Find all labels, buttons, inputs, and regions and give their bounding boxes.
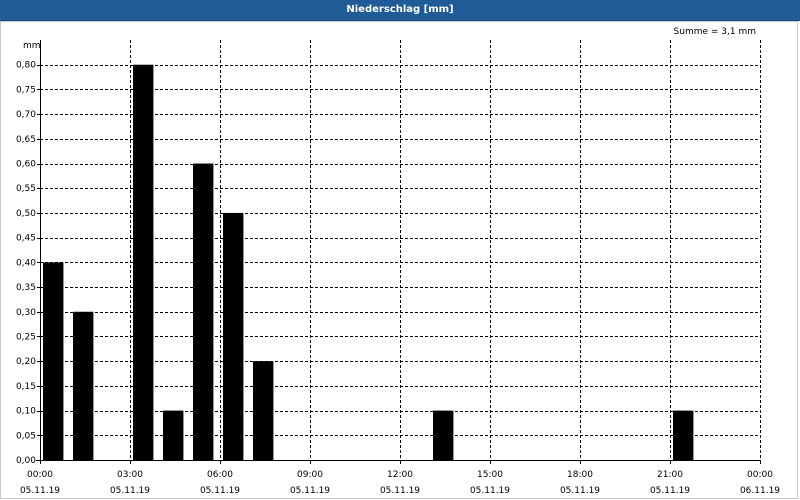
y-tick-label: 0,20: [16, 357, 36, 367]
y-tick-label: 0,50: [16, 209, 36, 219]
y-tick-label: 0,30: [16, 308, 36, 318]
y-tick-label: 0,45: [16, 234, 36, 244]
y-tick-label: 0,10: [16, 407, 36, 417]
y-tick-label: 0,60: [16, 160, 36, 170]
x-tick-time-label: 00:00: [27, 470, 53, 480]
y-axis-label: mm: [23, 41, 41, 51]
y-tick-label: 0,80: [16, 61, 36, 71]
x-tick-date-label: 05.11.19: [110, 486, 150, 496]
x-tick-time-label: 00:00: [747, 470, 773, 480]
bar: [433, 410, 454, 460]
bar: [163, 410, 184, 460]
x-tick-labels: 00:00 05.11.19 03:00 05.11.19 06:00 05.11.19 0…: [20, 460, 780, 496]
y-tick-label: 0,65: [16, 135, 36, 145]
x-tick-time-label: 18:00: [567, 470, 593, 480]
x-tick-date-label: 05.11.19: [560, 486, 600, 496]
y-tick-label: 0,15: [16, 382, 36, 392]
y-tick-label: 0,35: [16, 283, 36, 293]
bar: [193, 163, 214, 460]
bar: [73, 311, 94, 460]
sum-annotation: Summe = 3,1 mm: [674, 27, 756, 37]
x-tick-date-label: 05.11.19: [200, 486, 240, 496]
bar: [223, 212, 244, 460]
y-tick-label: 0,75: [16, 85, 36, 95]
x-tick-time-label: 09:00: [297, 470, 323, 480]
bar: [43, 262, 64, 460]
x-tick-date-label: 06.11.19: [740, 486, 780, 496]
x-tick-date-label: 05.11.19: [650, 486, 690, 496]
x-tick-time-label: 03:00: [117, 470, 143, 480]
bar: [253, 361, 274, 460]
y-tick-label: 0,55: [16, 184, 36, 194]
x-tick-time-label: 21:00: [657, 470, 683, 480]
x-tick-date-label: 05.11.19: [380, 486, 420, 496]
x-tick-time-label: 15:00: [477, 470, 503, 480]
precipitation-chart: 0,00 0,05 0,10 0,15 0,20 0,25 0,30 0,35 0,40 0,45…: [16, 27, 780, 496]
x-tick-date-label: 05.11.19: [290, 486, 330, 496]
y-tick-label: 0,40: [16, 258, 36, 268]
y-tick-labels: 0,00 0,05 0,10 0,15 0,20 0,25 0,30 0,35 0,40 0,45…: [16, 61, 40, 466]
y-tick-label: 0,00: [16, 456, 36, 466]
bar: [673, 410, 694, 460]
bar: [133, 64, 154, 461]
y-tick-label: 0,25: [16, 332, 36, 342]
x-tick-time-label: 06:00: [207, 470, 233, 480]
x-tick-time-label: 12:00: [387, 470, 413, 480]
x-tick-date-label: 05.11.19: [20, 486, 60, 496]
y-tick-label: 0,70: [16, 110, 36, 120]
x-tick-date-label: 05.11.19: [470, 486, 510, 496]
y-tick-label: 0,05: [16, 431, 36, 441]
